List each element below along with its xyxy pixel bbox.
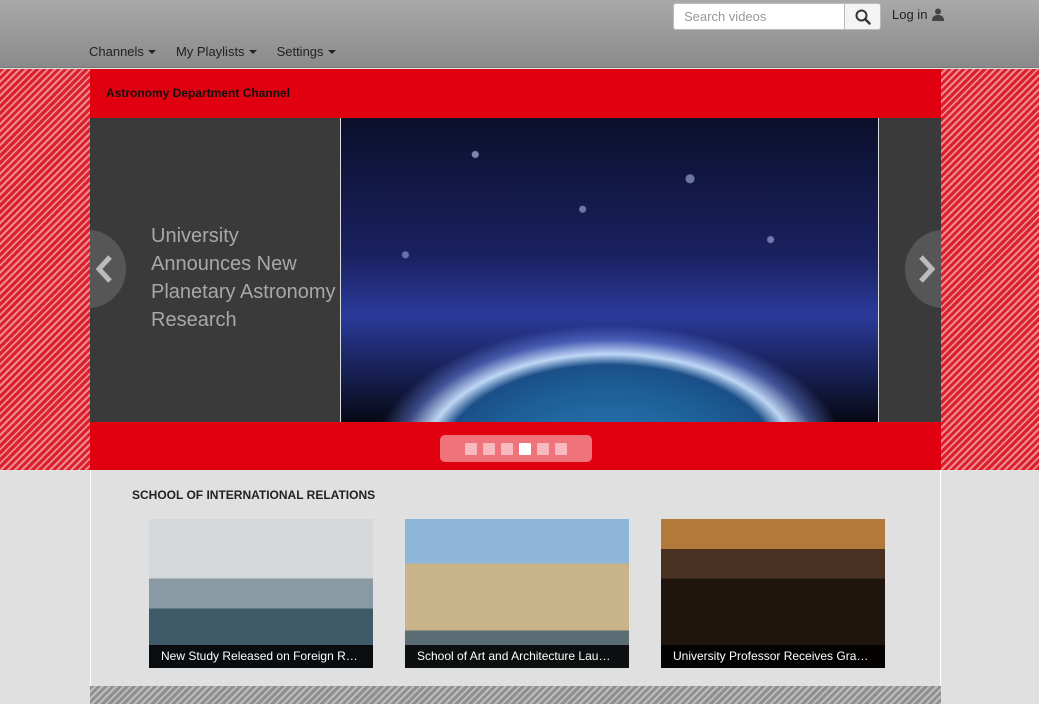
login-label: Log in — [892, 7, 928, 22]
caret-down-icon — [248, 49, 257, 54]
search-icon — [855, 9, 871, 25]
nav-channels[interactable]: Channels — [89, 44, 156, 59]
featured-carousel: University Announces New Planetary Astro… — [90, 118, 941, 422]
nav-settings[interactable]: Settings — [277, 44, 336, 59]
video-card[interactable]: New Study Released on Foreign Relat… — [149, 519, 373, 668]
nav-channels-label: Channels — [89, 44, 144, 59]
search-box — [673, 3, 881, 30]
main-nav: Channels My Playlists Settings — [89, 44, 336, 59]
carousel-dot[interactable] — [483, 442, 495, 455]
user-icon — [932, 8, 945, 21]
search-button[interactable] — [845, 3, 881, 30]
top-header: Log in Channels My Playlists Settings — [0, 0, 1039, 68]
caret-down-icon — [147, 49, 156, 54]
nav-my-playlists[interactable]: My Playlists — [176, 44, 257, 59]
video-title: School of Art and Architecture Launc… — [405, 645, 629, 668]
channel-section: SCHOOL OF INTERNATIONAL RELATIONS New St… — [90, 470, 941, 686]
video-card[interactable]: University Professor Receives Grant f… — [661, 519, 885, 668]
carousel-prev-button[interactable] — [90, 230, 126, 308]
carousel-dot[interactable] — [465, 442, 477, 455]
nav-settings-label: Settings — [276, 44, 324, 59]
video-card[interactable]: School of Art and Architecture Launc… — [405, 519, 629, 668]
chevron-left-icon — [95, 255, 112, 283]
video-title: University Professor Receives Grant f… — [661, 645, 885, 668]
carousel-dot[interactable] — [555, 442, 567, 455]
nav-my-playlists-label: My Playlists — [175, 44, 245, 59]
slide-caption[interactable]: University Announces New Planetary Astro… — [151, 222, 341, 334]
carousel-dot[interactable] — [537, 442, 549, 455]
channel-title: Astronomy Department Channel — [106, 86, 291, 100]
login-link[interactable]: Log in — [892, 7, 945, 22]
carousel-indicators — [440, 435, 592, 462]
video-title: New Study Released on Foreign Relat… — [149, 645, 373, 668]
carousel-dot[interactable] — [519, 442, 531, 455]
slide-image-earth[interactable] — [340, 118, 879, 422]
section-divider — [90, 686, 941, 704]
search-input[interactable] — [673, 3, 845, 30]
carousel-dot[interactable] — [501, 442, 513, 455]
carousel-next-button[interactable] — [905, 230, 941, 308]
caret-down-icon — [327, 49, 336, 54]
section-title: SCHOOL OF INTERNATIONAL RELATIONS — [132, 488, 376, 502]
channel-banner: Astronomy Department Channel University … — [90, 69, 941, 470]
chevron-right-icon — [919, 255, 936, 283]
